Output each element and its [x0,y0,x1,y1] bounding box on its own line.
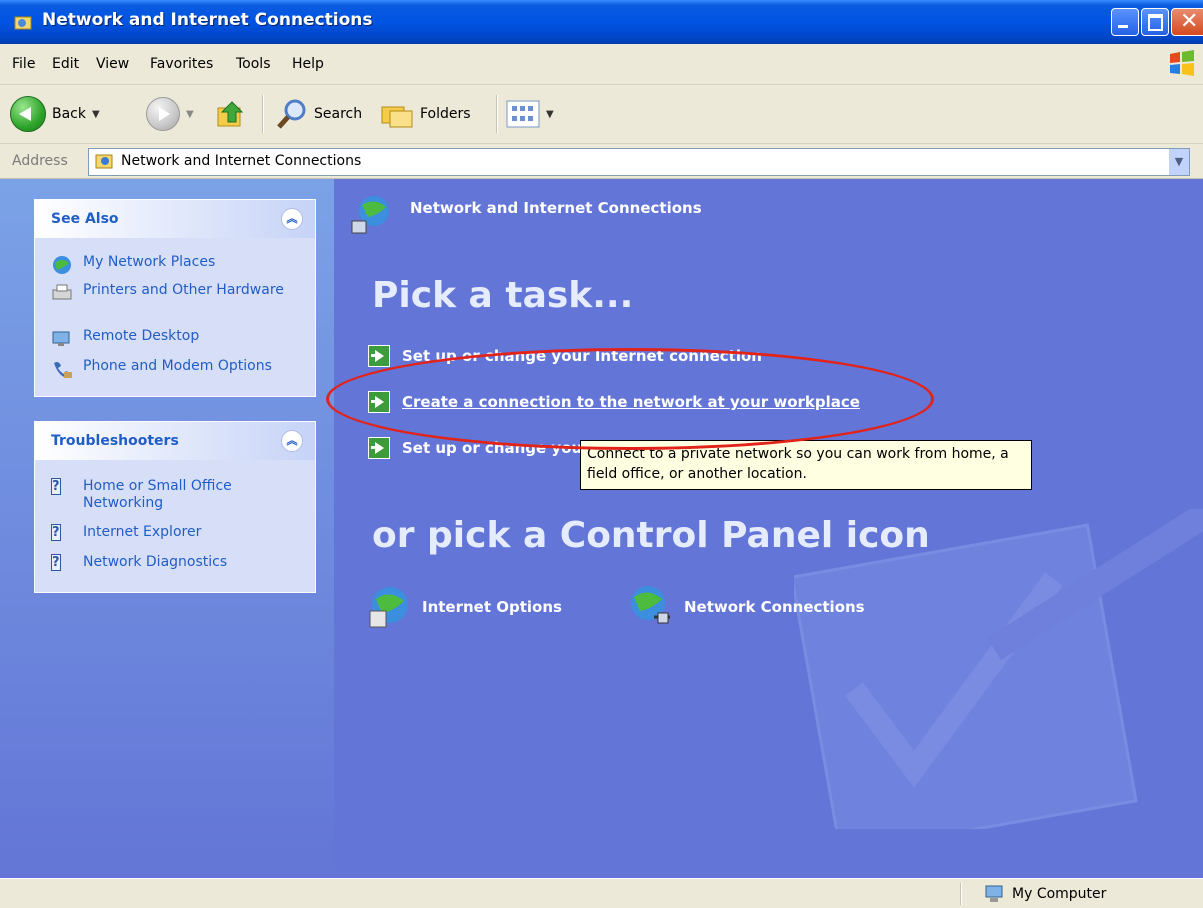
folders-button[interactable]: Folders [380,85,471,143]
see-also-item-phone-modem[interactable]: Phone and Modem Options [51,358,272,380]
back-label: Back [52,106,86,122]
see-also-item-remote-desktop[interactable]: Remote Desktop [51,328,199,350]
views-icon [506,100,540,128]
chevron-down-icon[interactable]: ▼ [546,109,554,120]
forward-button[interactable]: ▼ [146,85,194,143]
collapse-icon[interactable]: ︽ [281,430,303,452]
close-icon: ✕ [1180,9,1199,34]
toolbar: Back ▼ ▼ Search Folders ▼ [0,85,1203,144]
search-icon [277,99,306,129]
address-value: Network and Internet Connections [121,153,362,169]
pick-task-heading: Pick a task... [372,275,634,316]
network-connections-icon [631,586,670,624]
help-icon: ? [51,554,61,571]
see-also-item-label: Phone and Modem Options [83,358,272,374]
address-label: Address [12,153,68,169]
views-button[interactable]: ▼ [506,85,554,143]
task-third[interactable]: Set up or change your [368,437,590,459]
status-location-label: My Computer [1012,886,1107,902]
checkmark-watermark-icon [794,509,1203,829]
see-also-item-label: My Network Places [83,254,216,270]
see-also-panel: See Also ︽ My Network Places Printers an… [34,199,316,397]
minimize-button[interactable] [1111,8,1139,36]
task-label: Create a connection to the network at yo… [402,393,860,411]
forward-arrow-icon [146,97,180,131]
help-icon: ? [51,478,61,495]
see-also-item-printers[interactable]: Printers and Other Hardware [51,282,291,304]
pick-control-panel-heading: or pick a Control Panel icon [372,515,930,556]
network-folder-icon [14,16,32,30]
search-label: Search [314,106,363,122]
task-label: Set up or change your [402,439,590,457]
task-pane: See Also ︽ My Network Places Printers an… [0,179,334,878]
menu-view[interactable]: View [96,56,129,72]
network-globe-icon [351,196,389,234]
troubleshooter-item-internet-explorer[interactable]: ? Internet Explorer [51,524,201,546]
see-also-header[interactable]: See Also ︽ [35,200,315,238]
see-also-item-label: Remote Desktop [83,328,200,344]
folders-icon [381,106,413,128]
window-title: Network and Internet Connections [42,10,373,30]
my-computer-icon [985,885,1003,902]
section-title: Network and Internet Connections [410,199,702,217]
task-internet-connection[interactable]: Set up or change your Internet connectio… [368,345,762,367]
status-divider [960,883,962,905]
cp-item-network-connections[interactable]: Network Connections [626,583,865,631]
task-arrow-icon [368,391,390,413]
chevron-down-icon[interactable]: ▼ [92,109,100,120]
status-location: My Computer [984,885,1106,903]
troubleshooter-item-label: Network Diagnostics [83,554,228,570]
task-label: Set up or change your Internet connectio… [402,347,762,365]
internet-options-icon [369,587,408,628]
menu-favorites[interactable]: Favorites [150,56,213,72]
troubleshooters-header[interactable]: Troubleshooters ︽ [35,422,315,460]
see-also-title: See Also [51,211,119,227]
cp-item-label: Internet Options [422,598,562,616]
troubleshooters-title: Troubleshooters [51,433,179,449]
folders-label: Folders [420,106,471,122]
printer-icon [52,284,72,300]
task-workplace-connection[interactable]: Create a connection to the network at yo… [368,391,860,413]
see-also-item-my-network-places[interactable]: My Network Places [51,254,215,276]
menu-edit[interactable]: Edit [52,56,79,72]
network-places-icon [53,256,71,274]
toolbar-separator [496,95,498,133]
help-icon: ? [51,524,61,541]
menu-bar: File Edit View Favorites Tools Help [0,44,1203,85]
windows-logo-icon [1170,50,1194,76]
up-folder-icon [217,101,244,127]
back-button[interactable]: Back ▼ [10,85,100,143]
tooltip: Connect to a private network so you can … [580,440,1032,490]
task-arrow-icon [368,345,390,367]
up-folder-button[interactable] [216,85,248,143]
toolbar-separator [262,95,264,133]
cp-item-internet-options[interactable]: Internet Options [364,583,562,631]
search-button[interactable]: Search [276,85,362,143]
chevron-down-icon[interactable]: ▼ [186,109,194,120]
network-folder-icon [95,154,113,169]
troubleshooter-item-label: Internet Explorer [83,524,202,540]
cp-item-label: Network Connections [684,598,865,616]
troubleshooters-panel: Troubleshooters ︽ ? Home or Small Office… [34,421,316,593]
troubleshooter-item-network-diagnostics[interactable]: ? Network Diagnostics [51,554,227,576]
address-bar: Address Network and Internet Connections… [0,144,1203,179]
menu-tools[interactable]: Tools [236,56,271,72]
menu-file[interactable]: File [12,56,35,72]
see-also-item-label: Printers and Other Hardware [83,282,284,298]
phone-modem-icon [54,362,72,378]
collapse-icon[interactable]: ︽ [281,208,303,230]
title-bar: Network and Internet Connections ✕ [0,0,1203,44]
main-content: Network and Internet Connections Pick a … [334,179,1203,878]
status-bar: My Computer [0,878,1203,908]
back-arrow-icon [10,96,46,132]
task-arrow-icon [368,437,390,459]
troubleshooter-item-label: Home or Small Office Networking [83,478,232,511]
maximize-button[interactable] [1141,8,1169,36]
close-button[interactable]: ✕ [1171,8,1203,36]
remote-desktop-icon [52,331,70,346]
chevron-down-icon[interactable]: ▼ [1169,149,1189,175]
troubleshooter-item-home-networking[interactable]: ? Home or Small Office Networking [51,478,271,512]
address-field[interactable]: Network and Internet Connections ▼ [88,148,1190,176]
menu-help[interactable]: Help [292,56,324,72]
